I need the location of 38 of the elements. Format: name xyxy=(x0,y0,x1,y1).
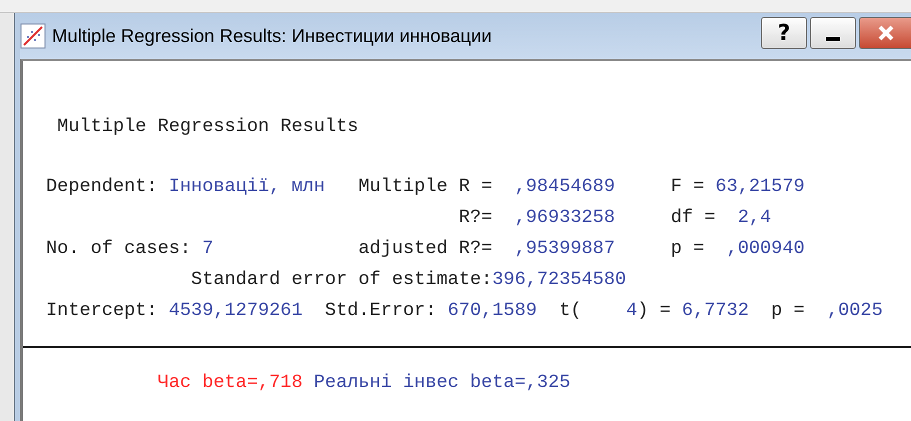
stat-label: adjusted R?= xyxy=(358,238,492,259)
stat-label: Intercept: xyxy=(46,300,158,321)
stat-value: ,98454689 xyxy=(514,176,615,197)
stat-label: ) = xyxy=(637,300,671,321)
stat-label: Std.Error: xyxy=(324,300,436,321)
stat-label: F = xyxy=(670,176,704,197)
stat-value: 6,7732 xyxy=(682,300,749,321)
minimize-button[interactable] xyxy=(810,17,856,49)
stat-label: p = xyxy=(670,238,704,259)
minimize-icon xyxy=(826,37,840,41)
stat-value: 670,1589 xyxy=(448,300,537,321)
stat-value: 7 xyxy=(202,238,214,259)
stat-label: df = xyxy=(670,207,716,228)
stat-value: Інновації, млн xyxy=(168,176,325,197)
scatter-plot-icon xyxy=(20,23,46,49)
close-button[interactable] xyxy=(859,17,911,49)
stat-label: Dependent: xyxy=(46,176,158,197)
help-button[interactable]: ? xyxy=(761,17,807,49)
beta-coefficient: Час beta=,718 xyxy=(158,372,303,393)
beta-coefficient: Реальні інвес beta=,325 xyxy=(314,372,570,393)
stat-label: Standard error of estimate: xyxy=(191,269,492,290)
results-heading: Multiple Regression Results xyxy=(57,116,358,137)
stat-label: No. of cases: xyxy=(46,238,192,259)
stat-label: t( xyxy=(559,300,582,321)
stat-value: 4539,1279261 xyxy=(168,300,303,321)
stat-value: ,95399887 xyxy=(514,238,615,259)
stat-value: 2,4 xyxy=(738,207,772,228)
stat-value: ,0025 xyxy=(826,300,883,321)
stat-label: R?= xyxy=(458,207,492,228)
stat-value: ,000940 xyxy=(726,238,805,259)
stat-value: 63,21579 xyxy=(715,176,805,197)
stat-label: Multiple R = xyxy=(358,176,492,197)
window-title: Multiple Regression Results: Инвестиции инновации xyxy=(52,25,493,47)
stat-label: p = xyxy=(771,300,805,321)
stat-value: 396,72354580 xyxy=(492,269,626,290)
stat-value: 4 xyxy=(626,300,638,321)
stat-value: ,96933258 xyxy=(514,207,615,228)
close-icon xyxy=(876,23,896,43)
